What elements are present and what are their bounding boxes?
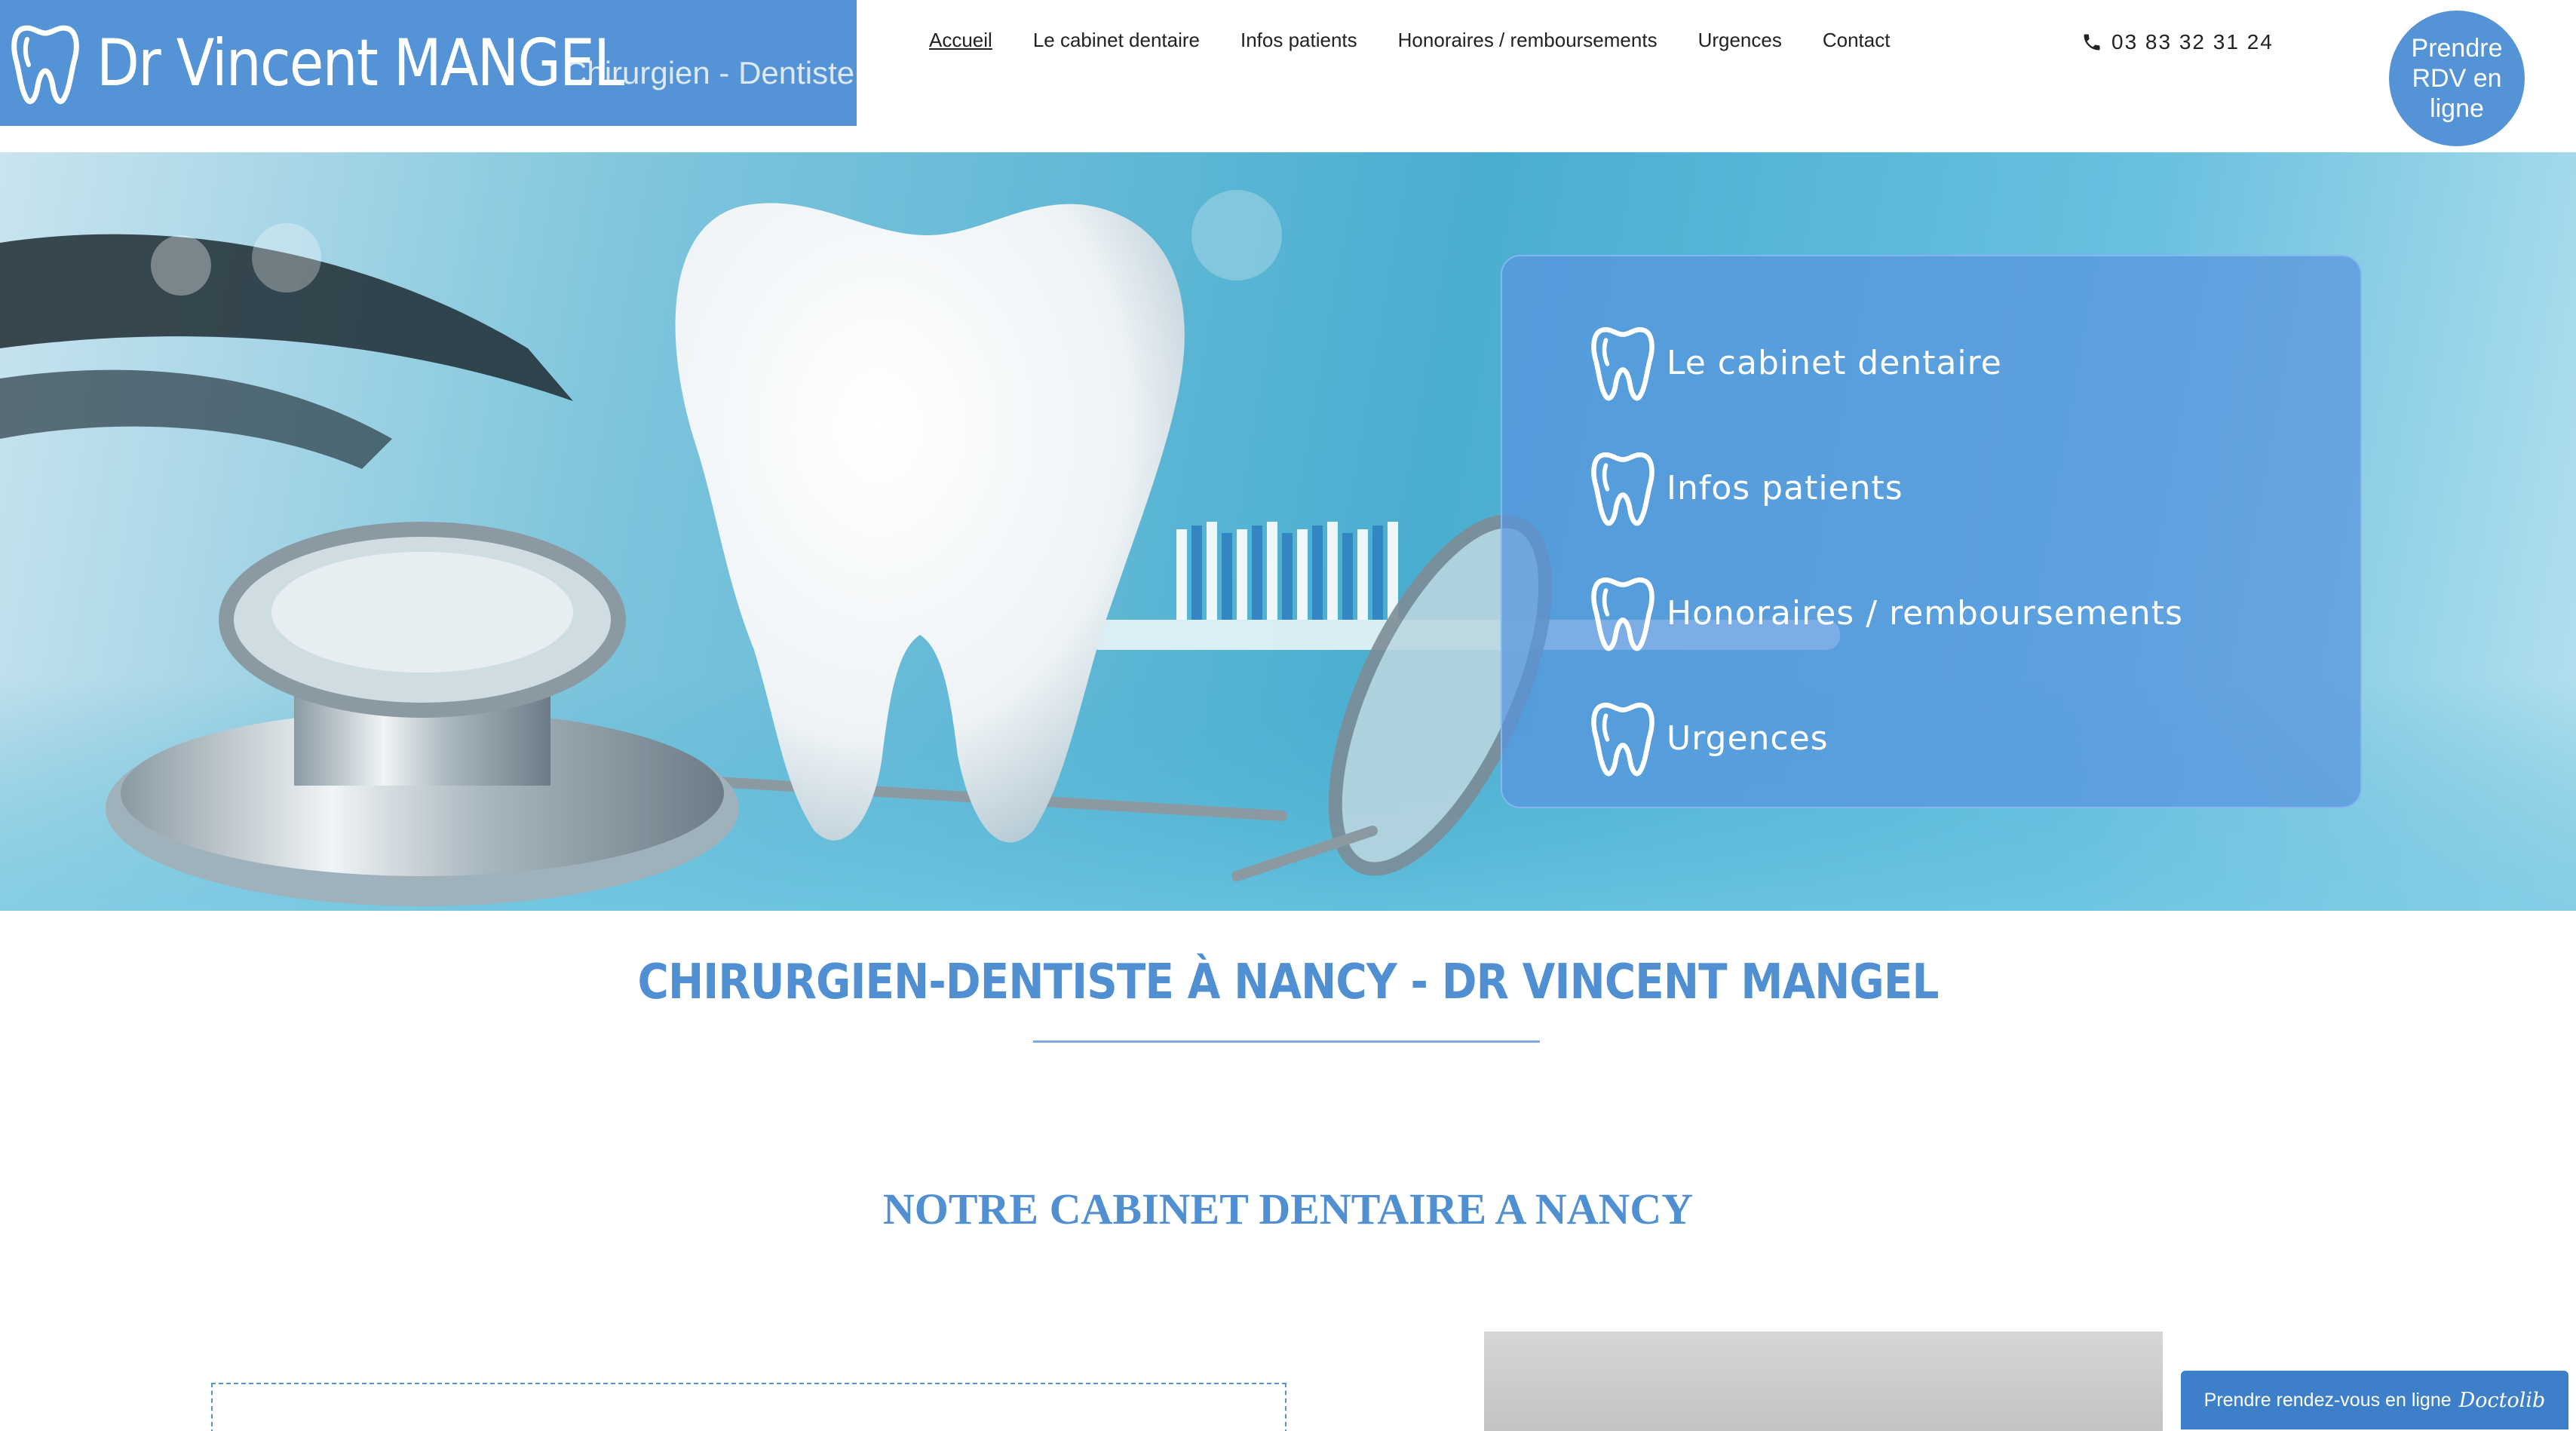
quick-link-honoraires[interactable]: Honoraires / remboursements [1585, 550, 2360, 676]
tooth-icon [1591, 326, 1654, 401]
quick-link-label: Infos patients [1667, 468, 1903, 507]
quick-link-infos-patients[interactable]: Infos patients [1585, 425, 2360, 550]
site-header: Dr Vincent MANGEL Chirurgien - Dentiste … [0, 0, 2576, 152]
doctolib-booking-button[interactable]: Prendre rendez-vous en ligne Doctolib [2181, 1371, 2568, 1429]
rdv-button[interactable]: Prendre RDV en ligne [2389, 11, 2525, 146]
nav-item-cabinet-dentaire[interactable]: Le cabinet dentaire [1033, 29, 1200, 52]
doctolib-logo: Doctolib [2458, 1388, 2546, 1412]
cabinet-photo [1484, 1331, 2163, 1431]
tooth-icon [11, 25, 79, 104]
hero-banner: Le cabinet dentaire Infos patients Honor… [0, 152, 2576, 911]
phone-icon [2084, 34, 2100, 51]
tooth-icon [1591, 452, 1654, 526]
hero-quick-links: Le cabinet dentaire Infos patients Honor… [1501, 255, 2362, 808]
section-title: NOTRE CABINET DENTAIRE A NANCY [882, 1184, 1694, 1233]
nav-item-honoraires[interactable]: Honoraires / remboursements [1398, 29, 1658, 52]
nav-item-contact[interactable]: Contact [1823, 29, 1891, 52]
quick-link-label: Le cabinet dentaire [1667, 343, 2002, 382]
tooth-icon [1591, 577, 1654, 651]
main-nav: Accueil Le cabinet dentaire Infos patien… [929, 29, 1890, 52]
quick-link-cabinet-dentaire[interactable]: Le cabinet dentaire [1585, 300, 2360, 425]
logo-name: Dr Vincent MANGEL [97, 25, 624, 101]
quick-link-label: Urgences [1667, 719, 1829, 758]
nav-item-accueil[interactable]: Accueil [929, 29, 992, 52]
doctolib-label: Prendre rendez-vous en ligne [2203, 1389, 2452, 1411]
phone-number: 03 83 32 31 24 [2111, 30, 2274, 54]
site-logo[interactable]: Dr Vincent MANGEL Chirurgien - Dentiste [0, 0, 857, 126]
tooth-icon [1591, 702, 1654, 777]
phone-link[interactable]: 03 83 32 31 24 [2081, 30, 2274, 54]
title-divider [1033, 1040, 1540, 1043]
nav-item-urgences[interactable]: Urgences [1698, 29, 1782, 52]
quick-link-label: Honoraires / remboursements [1667, 593, 2183, 633]
page-title: CHIRURGIEN-DENTISTE À NANCY - DR VINCENT… [637, 955, 1940, 1010]
quick-link-urgences[interactable]: Urgences [1585, 676, 2360, 801]
nav-item-infos-patients[interactable]: Infos patients [1240, 29, 1357, 52]
content-frame [211, 1383, 1286, 1431]
